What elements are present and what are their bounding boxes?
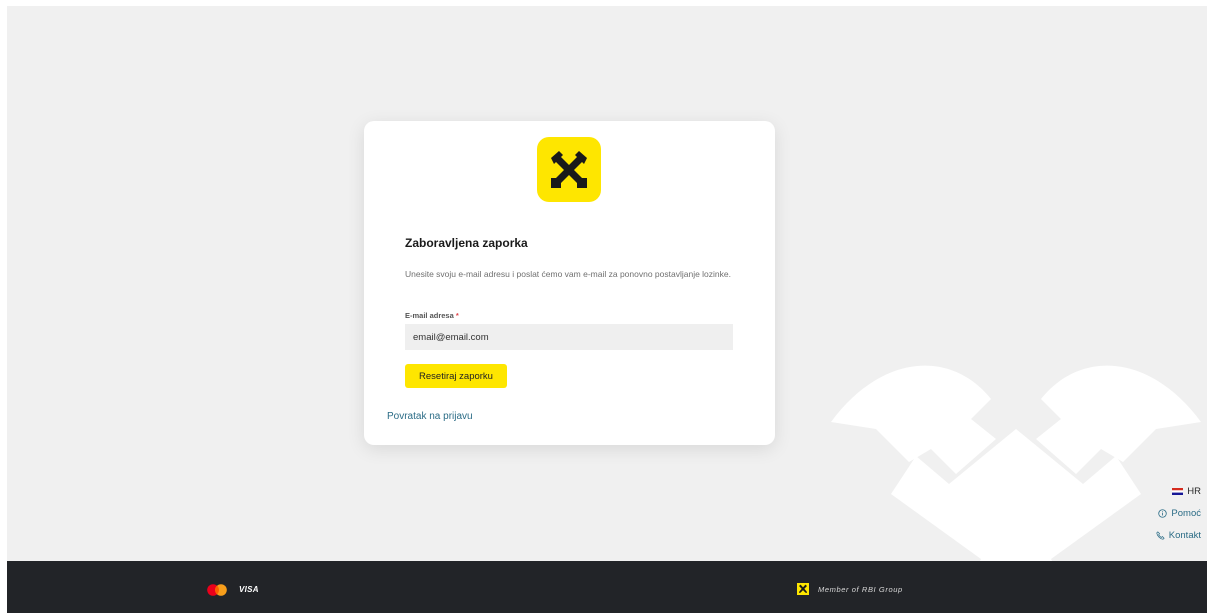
rbi-logo-icon	[797, 583, 809, 595]
mastercard-icon	[207, 584, 227, 596]
raiffeisen-logo-icon	[537, 137, 601, 202]
contact-label: Kontakt	[1168, 529, 1201, 541]
email-input[interactable]	[405, 324, 733, 350]
back-to-login-link[interactable]: Povratak na prijavu	[387, 411, 473, 422]
email-label-text: E-mail adresa	[405, 311, 454, 320]
member-of-rbi-group-text: Member of RBI Group	[818, 585, 903, 594]
phone-icon	[1156, 530, 1165, 540]
croatia-flag-icon	[1172, 487, 1184, 495]
language-selector[interactable]: HR	[1156, 484, 1201, 498]
info-circle-icon	[1158, 508, 1168, 518]
side-links: HR Pomoć Kontakt	[1156, 484, 1201, 550]
forgot-password-card: Zaboravljena zaporka Unesite svoju e-mai…	[364, 121, 775, 445]
language-code: HR	[1187, 485, 1201, 497]
reset-password-button[interactable]: Resetiraj zaporku	[405, 364, 507, 388]
page-title: Zaboravljena zaporka	[405, 236, 528, 250]
visa-logo: VISA	[239, 585, 259, 594]
help-label: Pomoć	[1171, 507, 1201, 519]
page-background: Zaboravljena zaporka Unesite svoju e-mai…	[7, 6, 1207, 613]
required-asterisk: *	[455, 311, 459, 320]
help-link[interactable]: Pomoć	[1156, 506, 1201, 520]
contact-link[interactable]: Kontakt	[1156, 528, 1201, 542]
instructions-text: Unesite svoju e-mail adresu i poslat ćem…	[405, 269, 731, 279]
crossed-horse-heads-icon	[551, 150, 587, 188]
footer: VISA Member of RBI Group	[7, 561, 1207, 613]
email-label: E-mail adresa *	[405, 311, 459, 320]
